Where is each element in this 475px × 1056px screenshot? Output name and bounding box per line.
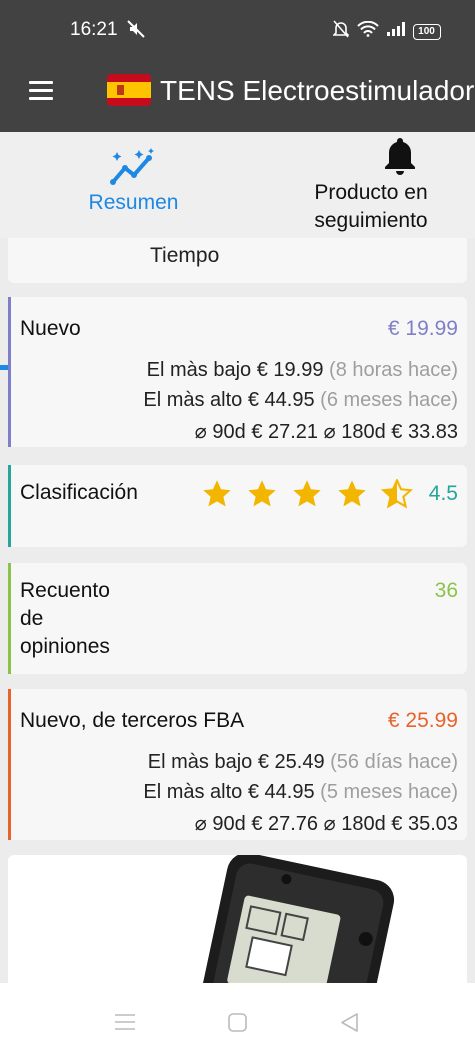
- bell-off-icon: [332, 20, 350, 43]
- card-nuevo-terceros-fba[interactable]: Nuevo, de terceros FBA € 25.99 El màs ba…: [8, 689, 467, 840]
- card-accent-bar: [8, 465, 11, 547]
- battery-level: 100: [418, 25, 435, 37]
- product-image: [193, 855, 395, 983]
- scroll-content[interactable]: Tiempo Nuevo € 19.99 El màs bajo € 19.99…: [0, 238, 475, 983]
- wifi-icon: [357, 20, 379, 42]
- lowest-price: € 19.99: [256, 359, 324, 381]
- hamburger-menu-icon[interactable]: [29, 81, 53, 101]
- fba-price: € 25.99: [387, 709, 458, 732]
- recuento-label: Recuento de opiniones: [20, 579, 110, 658]
- tiempo-label: Tiempo: [150, 244, 220, 267]
- spain-flag-icon: [107, 74, 151, 106]
- star-full-icon: [293, 480, 321, 507]
- card-clasificacion[interactable]: Clasificación 4.5: [8, 465, 467, 547]
- battery-icon: 100: [413, 23, 441, 40]
- fba-highest-row: El màs alto € 44.95 (5 meses hace): [143, 781, 458, 804]
- recents-icon[interactable]: [115, 1013, 135, 1036]
- tab-bar: Resumen Producto en seguimiento: [0, 132, 475, 370]
- rating-value: 4.5: [428, 482, 458, 505]
- status-time: 16:21: [70, 19, 118, 40]
- highest-price: € 44.95: [247, 781, 315, 803]
- status-bar: 16:21 100: [0, 0, 475, 60]
- card-accent-bar: [8, 297, 11, 447]
- card-recuento-opiniones[interactable]: Recuento de opiniones 36: [8, 563, 467, 674]
- rating-stars: [201, 479, 413, 509]
- nuevo-price: € 19.99: [387, 317, 458, 340]
- back-icon[interactable]: [340, 1013, 359, 1037]
- lowest-price: € 25.49: [257, 751, 325, 773]
- tab-resumen-label: Resumen: [88, 191, 179, 214]
- card-nuevo[interactable]: Nuevo € 19.99 El màs bajo € 19.99 (8 hor…: [8, 297, 467, 447]
- system-nav-bar: [0, 983, 475, 1056]
- avg-90-label: ⌀ 90d: [194, 813, 246, 835]
- highest-label: El màs alto: [143, 389, 243, 411]
- product-image-card[interactable]: [8, 855, 467, 983]
- home-icon[interactable]: [228, 1013, 247, 1037]
- star-full-icon: [203, 480, 231, 507]
- avg-90-value: € 27.76: [251, 813, 319, 835]
- star-full-icon: [338, 480, 366, 507]
- app-bar: TENS Electroestimulador: [0, 60, 475, 132]
- nuevo-highest-row: El màs alto € 44.95 (6 meses hace): [143, 389, 458, 412]
- star-full-icon: [248, 480, 276, 507]
- nuevo-label: Nuevo: [20, 317, 81, 340]
- avg-180-label: ⌀ 180d: [323, 813, 386, 835]
- highest-label: El màs alto: [143, 781, 243, 803]
- highest-when: (5 meses hace): [320, 781, 458, 803]
- fba-average-row: ⌀ 90d € 27.76 ⌀ 180d € 35.03: [195, 811, 458, 836]
- tab-producto-seguimiento[interactable]: Producto en seguimiento: [267, 132, 475, 238]
- tab-resumen[interactable]: Resumen: [0, 132, 267, 238]
- clasificacion-label: Clasificación: [20, 481, 138, 504]
- lowest-when: (56 días hace): [330, 751, 458, 773]
- avg-180-value: € 35.03: [391, 813, 458, 835]
- avg-90-label: ⌀ 90d: [194, 421, 246, 443]
- highest-price: € 44.95: [247, 389, 315, 411]
- recuento-value: 36: [434, 579, 458, 602]
- avg-180-value: € 33.83: [391, 421, 458, 443]
- nuevo-average-row: ⌀ 90d € 27.21 ⌀ 180d € 33.83: [195, 419, 458, 444]
- app-title: TENS Electroestimulador: [160, 75, 475, 106]
- bell-icon: [382, 134, 418, 181]
- lowest-label: El màs bajo: [146, 359, 252, 381]
- signal-icon: [387, 22, 405, 41]
- card-accent-bar: [8, 689, 11, 840]
- tab-producto-label: Producto en seguimiento: [314, 181, 428, 232]
- avg-180-label: ⌀ 180d: [323, 421, 386, 443]
- card-accent-bar: [8, 563, 11, 674]
- card-tiempo: Tiempo: [8, 238, 467, 283]
- highest-when: (6 meses hace): [320, 389, 458, 411]
- mute-icon: [126, 19, 146, 44]
- fba-lowest-row: El màs bajo € 25.49 (56 días hace): [148, 751, 458, 774]
- sparkle-trend-icon: [109, 148, 157, 191]
- lowest-label: El màs bajo: [147, 751, 253, 773]
- lowest-when: (8 horas hace): [329, 359, 458, 381]
- avg-90-value: € 27.21: [251, 421, 319, 443]
- nuevo-lowest-row: El màs bajo € 19.99 (8 horas hace): [147, 359, 458, 382]
- star-half-icon: [381, 479, 413, 509]
- fba-label: Nuevo, de terceros FBA: [20, 709, 245, 732]
